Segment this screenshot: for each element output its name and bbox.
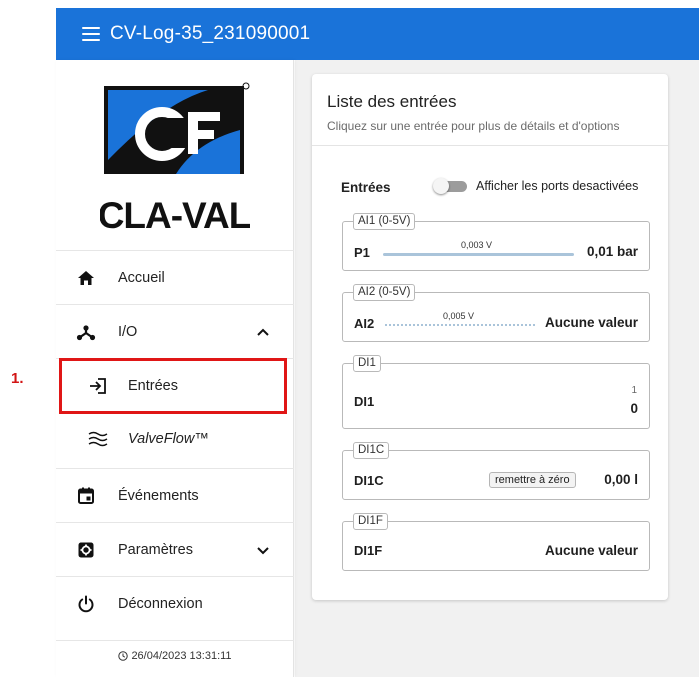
io-icon (76, 322, 96, 342)
port-ai1[interactable]: AI1 (0-5V) P1 0,003 V 0,01 bar (342, 213, 650, 271)
sidebar-item-accueil[interactable]: Accueil (56, 250, 294, 304)
section-label: Entrées (341, 180, 391, 195)
show-disabled-ports-toggle[interactable] (433, 178, 469, 194)
settings-icon (76, 540, 96, 560)
port-legend: DI1F (353, 513, 388, 530)
port-name: P1 (354, 245, 370, 260)
port-name: DI1C (354, 473, 384, 488)
port-di1f[interactable]: DI1F DI1F Aucune valeur (342, 513, 650, 571)
port-value: 0 (630, 401, 638, 416)
port-voltage: 0,005 V (443, 311, 475, 321)
logo-wordmark: CLA-VAL (100, 195, 250, 236)
port-name: AI2 (354, 316, 375, 331)
port-legend: DI1 (353, 355, 381, 372)
annotation-number: 1. (11, 370, 24, 387)
reset-counter-button[interactable]: remettre à zéro (489, 472, 576, 488)
toggle-label: Afficher les ports desactivées (476, 179, 639, 193)
cla-val-logo: CLA-VAL (98, 82, 252, 242)
sidebar-item-parametres[interactable]: Paramètres (56, 522, 294, 576)
home-icon (76, 268, 96, 288)
port-legend: DI1C (353, 442, 390, 459)
voltage-bar (383, 253, 574, 256)
port-di1c[interactable]: DI1C DI1C remettre à zéro 0,00 l (342, 442, 650, 500)
chevron-up-icon[interactable] (256, 325, 270, 339)
sidebar-item-label: ValveFlow™ (128, 431, 209, 447)
session-timestamp: 26/04/2023 13:31:11 (56, 640, 294, 664)
hamburger-menu-icon[interactable] (82, 27, 100, 41)
sidebar-item-valveflow[interactable]: ValveFlow™ (56, 412, 294, 466)
power-icon (76, 594, 96, 614)
chevron-down-icon[interactable] (256, 543, 270, 557)
toggle-thumb (433, 178, 449, 194)
port-value: 0,01 bar (586, 244, 638, 259)
sidebar-item-io[interactable]: I/O (56, 304, 294, 358)
voltage-bar-empty (385, 324, 535, 326)
port-voltage: 0,003 V (461, 240, 493, 250)
app-title: CV-Log-35_231090001 (110, 23, 311, 44)
sidebar-item-label: I/O (118, 323, 138, 340)
card-subtitle: Cliquez sur une entrée pour plus de déta… (327, 119, 620, 133)
port-legend: AI2 (0-5V) (353, 284, 416, 301)
page: CV-Log-35_231090001 CLA-VAL Accueil I/O … (0, 0, 699, 677)
divider (312, 145, 668, 146)
calendar-icon (76, 486, 96, 506)
port-value: 0,00 l (604, 472, 638, 487)
card-title: Liste des entrées (327, 92, 457, 111)
port-legend: AI1 (0-5V) (353, 213, 416, 230)
port-name: DI1F (354, 543, 383, 558)
sidebar-item-deconnexion[interactable]: Déconnexion (56, 576, 294, 630)
sidebar-item-evenements[interactable]: Événements (56, 468, 294, 522)
app-bar: CV-Log-35_231090001 (56, 8, 699, 60)
port-value: Aucune valeur (544, 315, 638, 330)
sidebar-item-label: Déconnexion (118, 595, 203, 612)
port-di1[interactable]: DI1 DI1 1 0 (342, 355, 650, 429)
port-ai2[interactable]: AI2 (0-5V) AI2 0,005 V Aucune valeur (342, 284, 650, 342)
port-count: 1 (631, 385, 637, 396)
annotation-highlight-box (59, 358, 287, 414)
sidebar-item-label: Événements (118, 487, 199, 504)
port-value: Aucune valeur (544, 543, 638, 558)
sidebar-item-label: Accueil (118, 269, 165, 286)
valveflow-icon (88, 429, 108, 449)
sidebar-item-label: Paramètres (118, 541, 193, 558)
timestamp-text: 26/04/2023 13:31:11 (131, 650, 232, 662)
port-name: DI1 (354, 394, 375, 409)
clock-icon (118, 651, 129, 664)
